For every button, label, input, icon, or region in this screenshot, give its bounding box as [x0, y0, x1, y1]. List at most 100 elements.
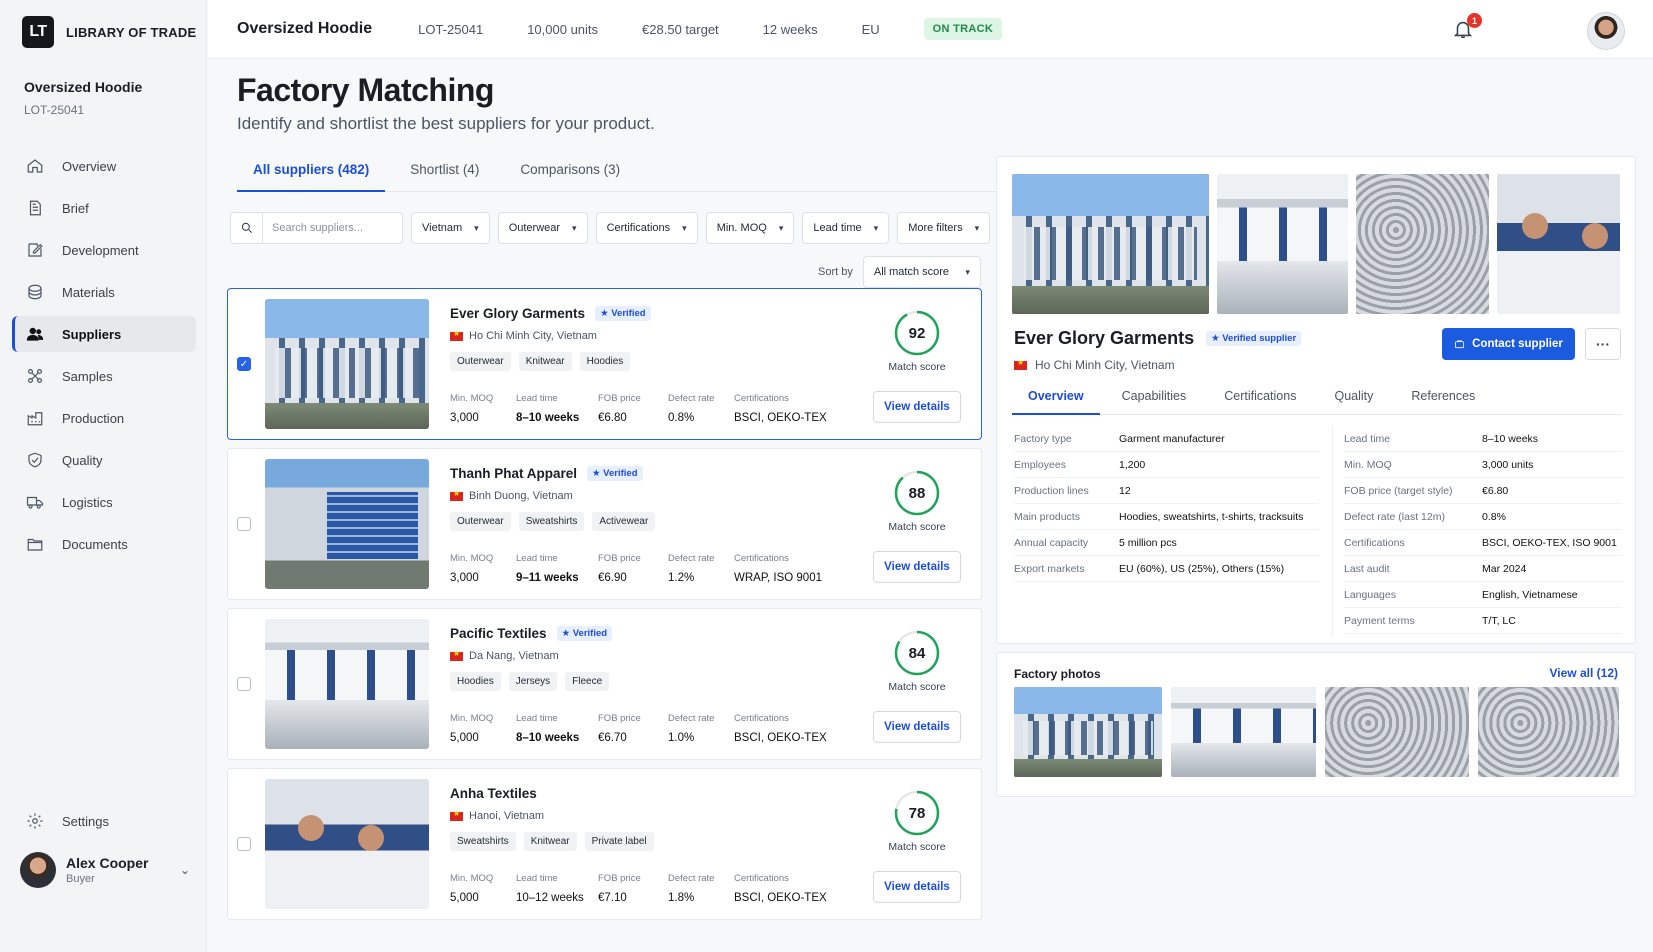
contact-supplier-button[interactable]: Contact supplier — [1442, 328, 1575, 360]
fact-row: Last audit Mar 2024 — [1344, 556, 1622, 582]
sidebar-item-label: Materials — [62, 284, 115, 300]
fact-row: Factory type Garment manufacturer — [1014, 426, 1319, 452]
supplier-checkbox[interactable]: ✓ — [237, 357, 251, 371]
brand[interactable]: LT LIBRARY OF TRADE — [22, 16, 196, 48]
gallery-photo-fabric[interactable] — [1356, 174, 1489, 314]
more-options-button[interactable]: ··· — [1585, 328, 1621, 360]
settings-link[interactable]: Settings — [26, 812, 109, 830]
tag: Outerwear — [450, 352, 511, 371]
filter-label: Min. MOQ — [716, 222, 767, 234]
tab-references[interactable]: References — [1395, 381, 1491, 415]
shield-icon — [26, 451, 44, 469]
fact-row: Defect rate (last 12m) 0.8% — [1344, 504, 1622, 530]
filter-more[interactable]: More filters ▾ — [897, 212, 991, 244]
location-text: Ho Chi Minh City, Vietnam — [469, 330, 597, 342]
sidebar-nav: Overview Brief Development Materials Sup… — [12, 148, 196, 568]
fact-key: Min. MOQ — [1344, 458, 1392, 471]
chevron-down-icon[interactable]: ⌄ — [180, 863, 190, 877]
view-details-button[interactable]: View details — [873, 711, 961, 743]
location-text: Binh Duong, Vietnam — [469, 490, 573, 502]
supplier-name[interactable]: Thanh Phat Apparel — [450, 466, 577, 481]
supplier-stats: Min. MOQ 3,000 Lead time 8–10 weeks FOB pr… — [450, 393, 874, 424]
filter-moq[interactable]: Min. MOQ ▾ — [705, 212, 795, 244]
supplier-card[interactable]: ✓ Ever Glory Garments ★ Verified Ho Chi M… — [227, 288, 982, 440]
filter-label: Vietnam — [422, 222, 463, 234]
search-input[interactable]: Search suppliers... — [230, 212, 403, 244]
tab-all-suppliers[interactable]: All suppliers (482) — [237, 152, 386, 192]
sidebar-item-samples[interactable]: Samples — [12, 358, 196, 394]
settings-label: Settings — [62, 813, 109, 829]
fact-key: Main products — [1014, 510, 1080, 523]
factory-photo[interactable] — [1325, 687, 1469, 777]
sidebar-item-overview[interactable]: Overview — [12, 148, 196, 184]
tab-comparisons[interactable]: Comparisons (3) — [504, 152, 636, 192]
filter-certifications[interactable]: Certifications ▾ — [595, 212, 698, 244]
stat-defect: 0.8% — [668, 412, 695, 424]
sidebar-item-documents[interactable]: Documents — [12, 526, 196, 562]
supplier-name[interactable]: Anha Textiles — [450, 786, 537, 801]
stat-certifications: BSCI, OEKO-TEX — [734, 732, 827, 744]
fact-key: Factory type — [1014, 432, 1072, 445]
contact-label: Contact supplier — [1472, 338, 1563, 350]
filter-lead-time[interactable]: Lead time ▾ — [802, 212, 890, 244]
vietnam-flag-icon — [1014, 358, 1027, 370]
notifications-button[interactable]: 1 — [1452, 13, 1482, 42]
filter-category[interactable]: Outerwear ▾ — [497, 212, 588, 244]
supplier-location: Hanoi, Vietnam — [450, 809, 544, 822]
tab-shortlist[interactable]: Shortlist (4) — [394, 152, 495, 192]
fact-value: 0.8% — [1482, 510, 1506, 523]
fact-value: T/T, LC — [1482, 614, 1516, 627]
factory-photo[interactable] — [1014, 687, 1162, 777]
supplier-card[interactable]: Thanh Phat Apparel ★ Verified Binh Duong,… — [227, 448, 982, 600]
tag: Hoodies — [450, 672, 501, 691]
vietnam-flag-icon — [450, 809, 463, 821]
supplier-name[interactable]: Ever Glory Garments — [450, 306, 585, 321]
sidebar-item-materials[interactable]: Materials — [12, 274, 196, 310]
avatar — [20, 852, 56, 888]
supplier-checkbox[interactable] — [237, 837, 251, 851]
factory-photo[interactable] — [1478, 687, 1619, 777]
supplier-checkbox[interactable] — [237, 517, 251, 531]
stat-fob: €6.80 — [598, 412, 627, 424]
sidebar-item-production[interactable]: Production — [12, 400, 196, 436]
view-details-button[interactable]: View details — [873, 391, 961, 423]
view-all-photos-link[interactable]: View all (12) — [1550, 666, 1618, 680]
sidebar-item-suppliers[interactable]: Suppliers — [12, 316, 196, 352]
supplier-checkbox[interactable] — [237, 677, 251, 691]
factory-photo[interactable] — [1171, 687, 1316, 777]
sidebar-item-label: Suppliers — [62, 326, 122, 342]
detail-facts-right: Lead time 8–10 weeks Min. MOQ 3,000 units … — [1344, 426, 1622, 634]
tab-quality[interactable]: Quality — [1318, 381, 1389, 415]
stat-certifications: BSCI, OEKO-TEX — [734, 412, 827, 424]
tab-capabilities[interactable]: Capabilities — [1106, 381, 1203, 415]
supplier-card[interactable]: Anha Textiles Hanoi, Vietnam Sweatshirts… — [227, 768, 982, 920]
sidebar-item-development[interactable]: Development — [12, 232, 196, 268]
profile-avatar[interactable] — [1587, 12, 1625, 50]
sort-select[interactable]: All match score ▾ — [862, 256, 981, 288]
match-score-label: Match score — [888, 681, 946, 693]
stat-certifications: WRAP, ISO 9001 — [734, 572, 822, 584]
tab-overview[interactable]: Overview — [1012, 381, 1100, 415]
gallery-photo-workers[interactable] — [1497, 174, 1620, 314]
sidebar-item-quality[interactable]: Quality — [12, 442, 196, 478]
supplier-name[interactable]: Pacific Textiles — [450, 626, 547, 641]
supplier-card[interactable]: Pacific Textiles ★ Verified Da Nang, Viet… — [227, 608, 982, 760]
sidebar-item-logistics[interactable]: Logistics — [12, 484, 196, 520]
stat-defect: 1.0% — [668, 732, 695, 744]
supplier-photo — [265, 459, 429, 589]
supplier-name-row: Pacific Textiles ★ Verified — [450, 626, 613, 641]
sidebar-item-brief[interactable]: Brief — [12, 190, 196, 226]
gallery-photo-exterior[interactable] — [1012, 174, 1209, 314]
user-menu[interactable]: Alex Cooper Buyer ⌄ — [20, 852, 190, 888]
tab-certifications[interactable]: Certifications — [1208, 381, 1312, 415]
tag: Private label — [584, 832, 654, 851]
view-details-button[interactable]: View details — [873, 871, 961, 903]
filter-country[interactable]: Vietnam ▾ — [411, 212, 490, 244]
view-details-button[interactable]: View details — [873, 551, 961, 583]
fact-value: EU (60%), US (25%), Others (15%) — [1119, 562, 1285, 575]
verified-supplier-badge: ★ Verified supplier — [1206, 331, 1302, 346]
gallery-photo-floor[interactable] — [1217, 174, 1348, 314]
fact-row: FOB price (target style) €6.80 — [1344, 478, 1622, 504]
match-score-value: 88 — [908, 484, 926, 502]
sort-value: All match score — [873, 266, 950, 278]
